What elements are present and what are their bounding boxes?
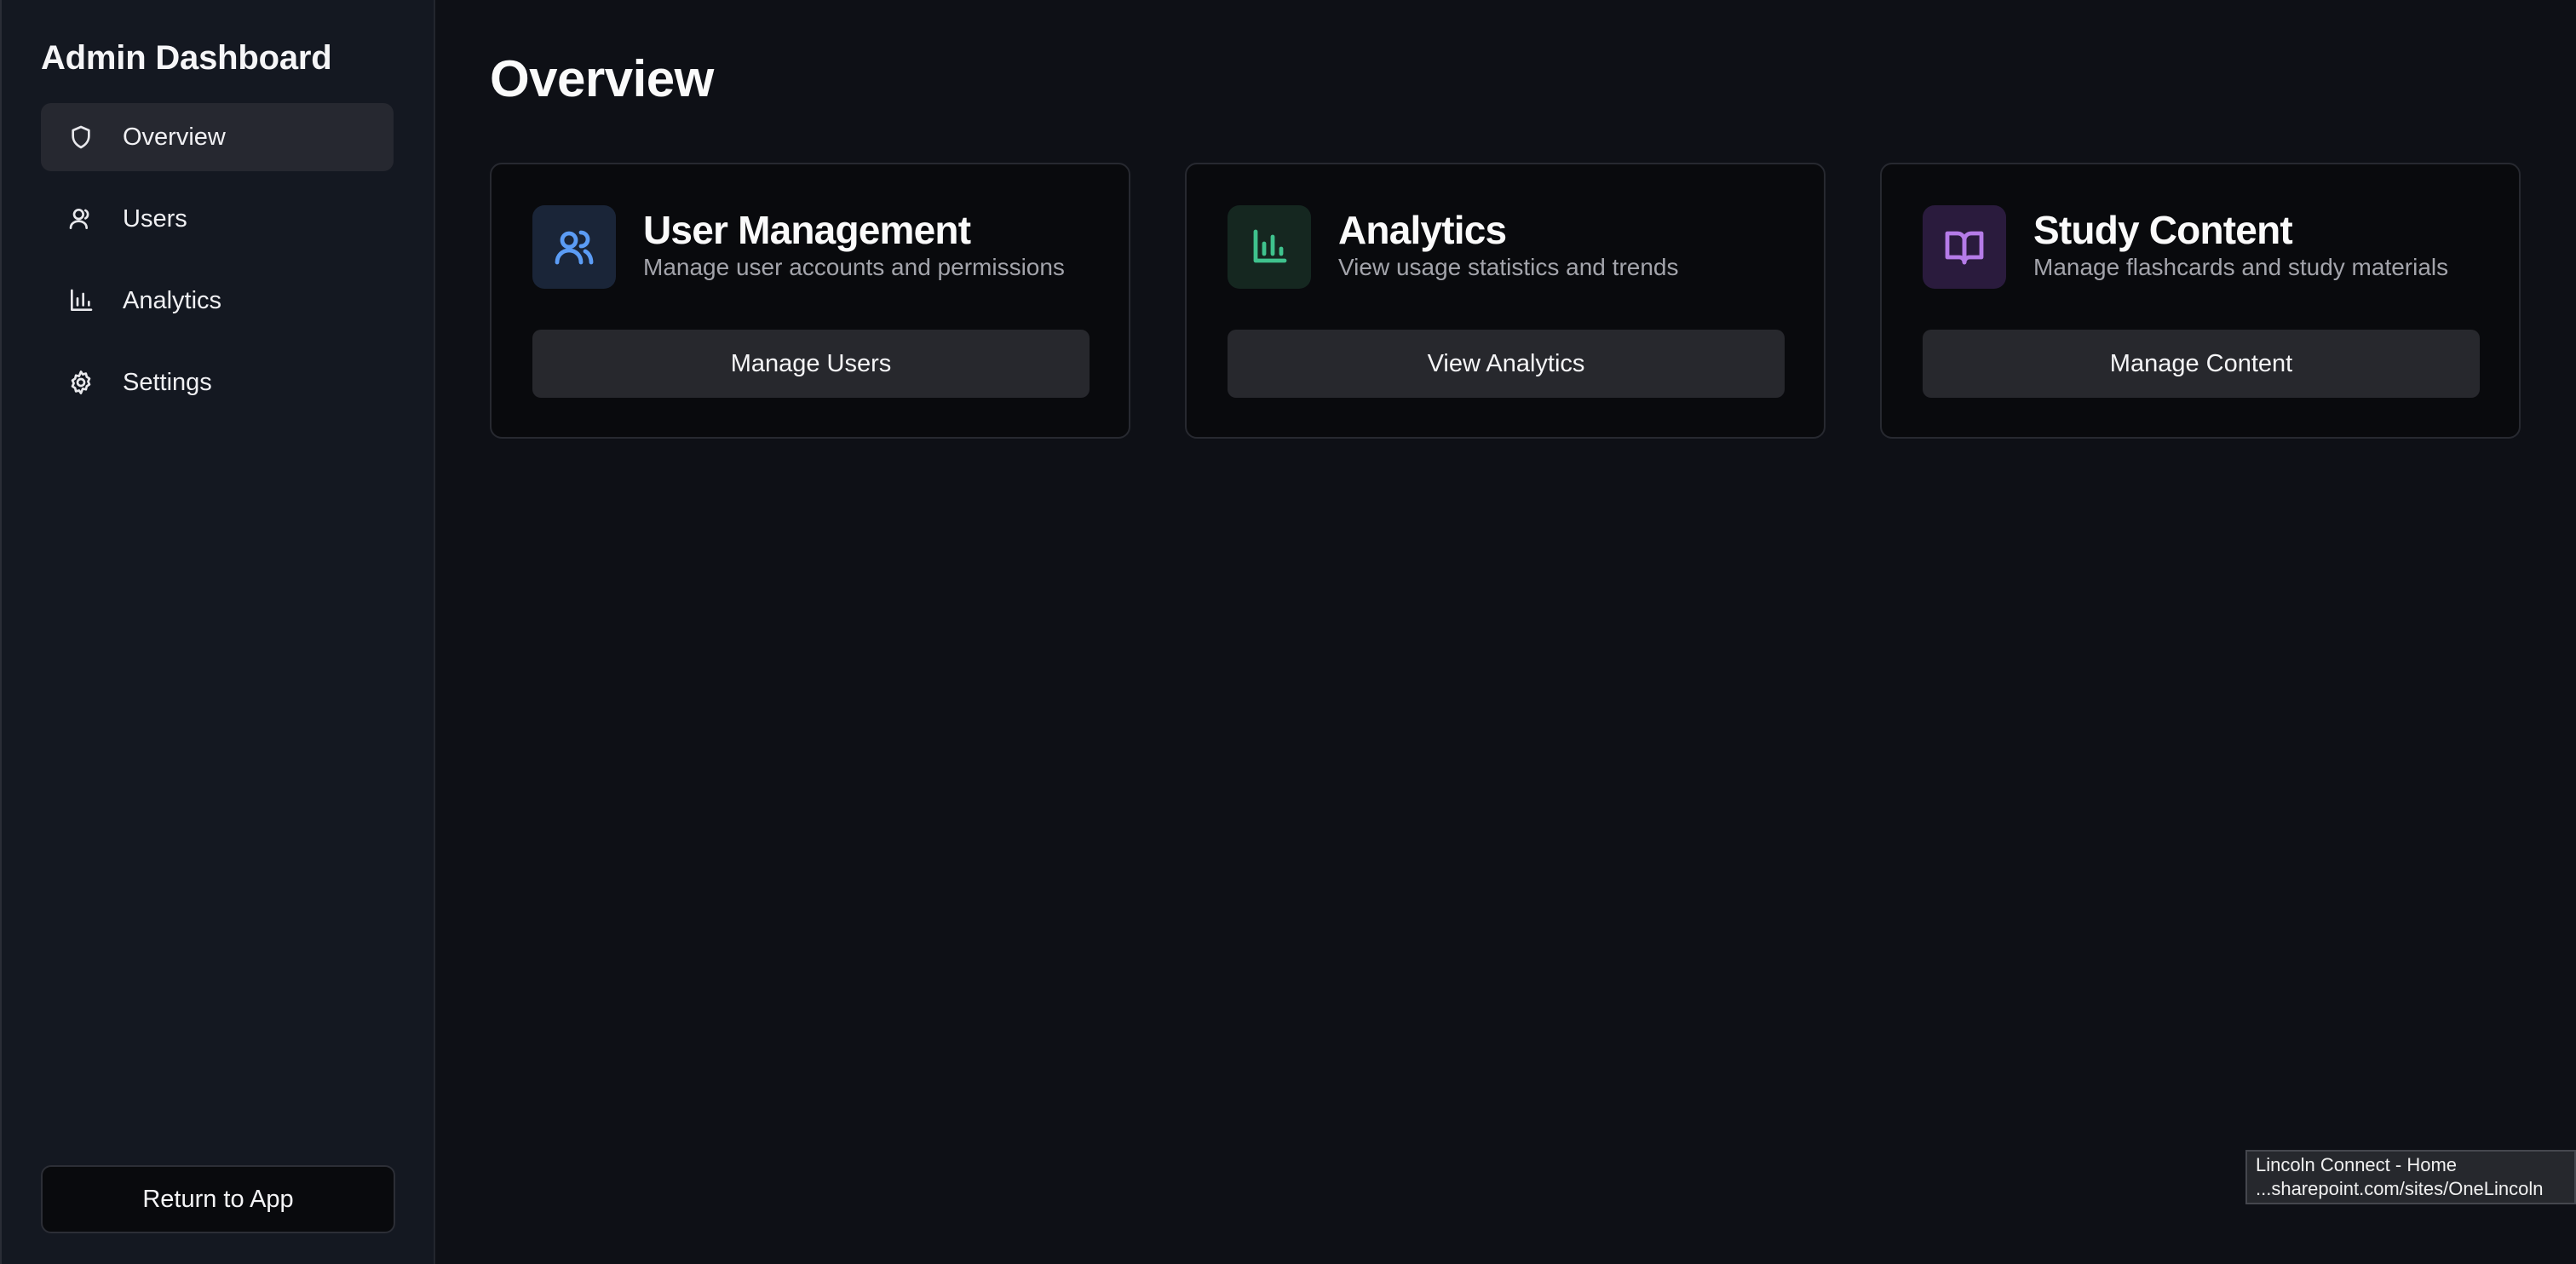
card-description: Manage flashcards and study materials <box>2033 254 2449 280</box>
sidebar-title: Admin Dashboard <box>41 39 332 77</box>
sidebar: Admin Dashboard Overview Users Analytics <box>0 0 435 1264</box>
admin-app: Admin Dashboard Overview Users Analytics <box>0 0 2576 1264</box>
card-title: Analytics <box>1338 208 1507 252</box>
card-title: Study Content <box>2033 208 2293 252</box>
user-icon <box>66 204 95 233</box>
card-grid: User Management Manage user accounts and… <box>490 163 2521 439</box>
shield-icon <box>66 123 95 152</box>
study-content-card: Study Content Manage flashcards and stud… <box>1880 163 2521 439</box>
card-title: User Management <box>643 208 971 252</box>
user-management-card: User Management Manage user accounts and… <box>490 163 1130 439</box>
manage-users-button[interactable]: Manage Users <box>532 330 1090 398</box>
gear-icon <box>66 368 95 397</box>
link-preview-tooltip: Lincoln Connect - Home ...sharepoint.com… <box>2245 1150 2576 1204</box>
sidebar-item-analytics[interactable]: Analytics <box>41 267 394 335</box>
sidebar-item-users[interactable]: Users <box>41 185 394 253</box>
main-content: Overview User Management Manage user acc… <box>435 0 2576 1264</box>
sidebar-item-settings[interactable]: Settings <box>41 348 394 417</box>
sidebar-item-label: Overview <box>123 123 226 151</box>
analytics-card: Analytics View usage statistics and tren… <box>1185 163 1826 439</box>
card-description: Manage user accounts and permissions <box>643 254 1065 280</box>
tooltip-title: Lincoln Connect - Home <box>2256 1154 2458 1175</box>
view-analytics-button[interactable]: View Analytics <box>1228 330 1785 398</box>
tooltip-url: ...sharepoint.com/sites/OneLincoln <box>2256 1178 2544 1199</box>
page-title: Overview <box>490 50 714 107</box>
sidebar-nav: Overview Users Analytics Settings <box>41 103 394 417</box>
card-description: View usage statistics and trends <box>1338 254 1679 280</box>
sidebar-item-label: Analytics <box>123 286 222 314</box>
manage-content-button[interactable]: Manage Content <box>1923 330 2480 398</box>
users-icon <box>532 205 616 289</box>
sidebar-item-label: Users <box>123 204 187 233</box>
sidebar-item-label: Settings <box>123 368 212 396</box>
bar-chart-icon <box>1228 205 1311 289</box>
book-open-icon <box>1923 205 2006 289</box>
sidebar-item-overview[interactable]: Overview <box>41 103 394 171</box>
return-to-app-button[interactable]: Return to App <box>41 1165 395 1233</box>
bar-chart-icon <box>66 286 95 315</box>
